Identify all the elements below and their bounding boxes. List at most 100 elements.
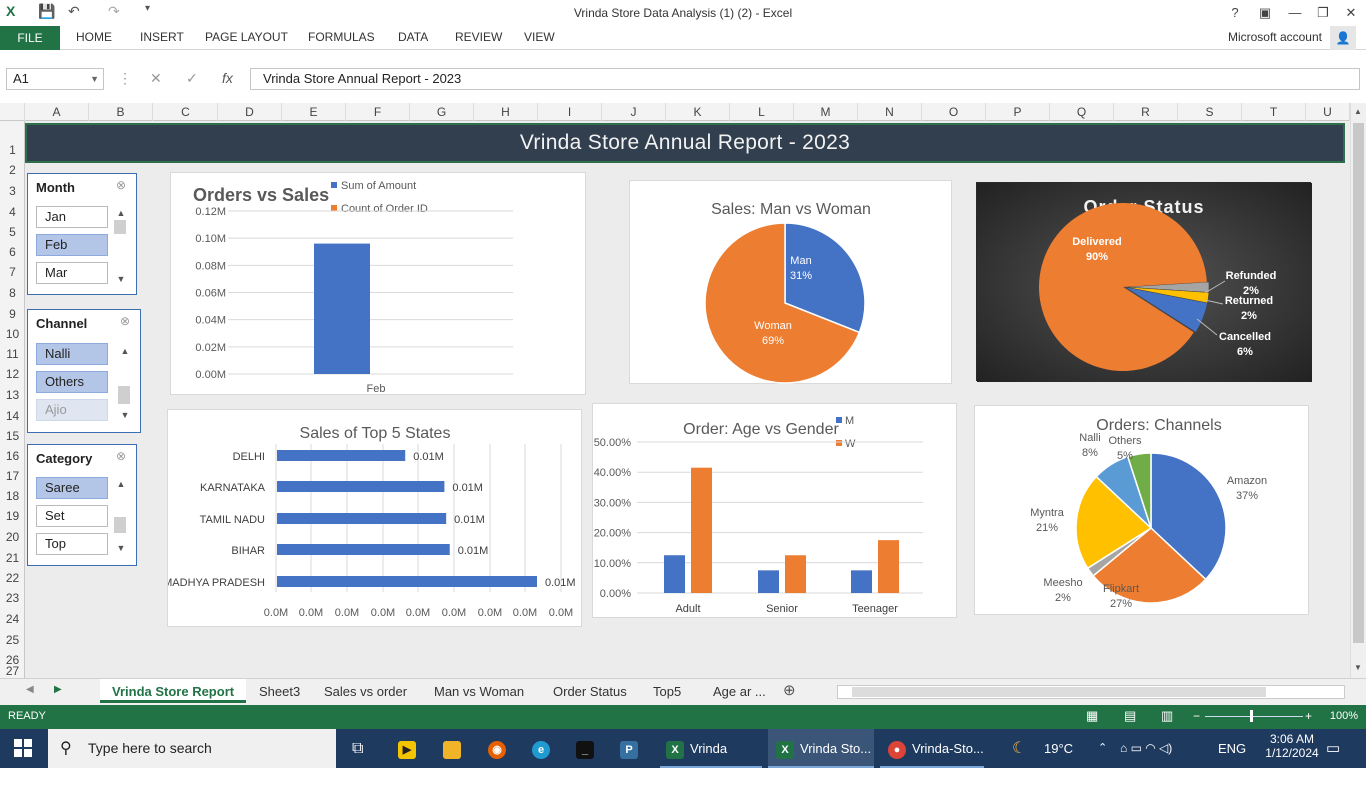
taskbar-chrome[interactable]: ● Vrinda-Sto... — [880, 729, 984, 768]
row-header-14[interactable]: 14 — [0, 409, 25, 423]
zoom-out-icon[interactable]: − — [1193, 709, 1200, 723]
name-box[interactable]: A1 ▼ — [6, 68, 104, 90]
scroll-down-icon[interactable]: ▼ — [114, 543, 128, 553]
order-status-chart[interactable]: Order Status Delivered90%Refunded2%Retur… — [976, 182, 1312, 382]
page-break-view-icon[interactable]: ▥ — [1161, 708, 1173, 724]
age-vs-gender-chart[interactable]: Order: Age vs Gender M W 50.00% 40.00% 30.… — [592, 403, 957, 618]
top5-states-chart[interactable]: Sales of Top 5 States 0.0M 0.0M 0.0M 0.0M 0.… — [167, 409, 582, 627]
row-header-4[interactable]: 4 — [0, 205, 25, 219]
tab-review[interactable]: REVIEW — [455, 30, 502, 44]
zoom-level[interactable]: 100% — [1330, 710, 1358, 722]
restore-button[interactable]: ❐ — [1308, 2, 1338, 24]
column-header-h[interactable]: H — [474, 103, 538, 121]
row-header-17[interactable]: 17 — [0, 469, 25, 483]
slicer-scroll-thumb[interactable] — [118, 386, 130, 404]
scroll-up-icon[interactable]: ▲ — [114, 479, 128, 489]
column-header-l[interactable]: L — [730, 103, 794, 121]
channels-chart[interactable]: Orders: Channels Amazon 37% Flipkart 27% Mee… — [974, 405, 1309, 615]
column-header-m[interactable]: M — [794, 103, 858, 121]
tab-formulas[interactable]: FORMULAS — [308, 30, 375, 44]
slicer-item-feb[interactable]: Feb — [36, 234, 108, 256]
month-slicer[interactable]: Month ⊗ Jan Feb Mar ▲ ▼ — [27, 173, 137, 295]
column-header-b[interactable]: B — [89, 103, 153, 121]
tab-page-layout[interactable]: PAGE LAYOUT — [205, 30, 288, 44]
orders-vs-sales-chart[interactable]: Orders vs Sales Sum of Amount Count of O… — [170, 172, 586, 395]
clear-filter-icon[interactable]: ⊗ — [116, 449, 126, 463]
slicer-item-jan[interactable]: Jan — [36, 206, 108, 228]
slicer-item-others[interactable]: Others — [36, 371, 108, 393]
slicer-item-top[interactable]: Top — [36, 533, 108, 555]
column-header-t[interactable]: T — [1242, 103, 1306, 121]
column-header-k[interactable]: K — [666, 103, 730, 121]
close-button[interactable]: ✕ — [1336, 2, 1366, 24]
avatar[interactable]: 👤 — [1330, 26, 1356, 50]
scroll-down-icon[interactable]: ▼ — [114, 274, 128, 284]
column-header-g[interactable]: G — [410, 103, 474, 121]
edge-icon[interactable]: e — [532, 729, 556, 768]
prev-sheet-icon[interactable]: ◀ — [26, 684, 34, 695]
column-header-r[interactable]: R — [1114, 103, 1178, 121]
column-header-o[interactable]: O — [922, 103, 986, 121]
horizontal-scroll-thumb[interactable] — [852, 687, 1266, 697]
ribbon-display-button[interactable]: ▣ — [1250, 2, 1280, 24]
row-header-6[interactable]: 6 — [0, 245, 25, 259]
tab-sales-vs-order[interactable]: Sales vs order — [324, 684, 407, 699]
tab-sheet3[interactable]: Sheet3 — [259, 684, 300, 699]
row-header-23[interactable]: 23 — [0, 591, 25, 605]
slicer-item-set[interactable]: Set — [36, 505, 108, 527]
row-header-25[interactable]: 25 — [0, 633, 25, 647]
firefox-icon[interactable]: ◉ — [488, 729, 512, 768]
slicer-item-saree[interactable]: Saree — [36, 477, 108, 499]
tab-man-vs-woman[interactable]: Man vs Woman — [434, 684, 524, 699]
horizontal-scrollbar[interactable] — [837, 685, 1345, 699]
language-indicator[interactable]: ENG — [1218, 729, 1246, 768]
add-sheet-icon[interactable]: ⊕ — [783, 681, 796, 699]
scroll-up-icon[interactable]: ▲ — [118, 346, 132, 356]
row-header-15[interactable]: 15 — [0, 429, 25, 443]
vertical-scrollbar[interactable]: ▲ ▼ — [1350, 103, 1366, 678]
column-header-c[interactable]: C — [154, 103, 218, 121]
row-header-2[interactable]: 2 — [0, 163, 25, 177]
row-header-5[interactable]: 5 — [0, 225, 25, 239]
row-header-24[interactable]: 24 — [0, 612, 25, 626]
file-tab[interactable]: FILE — [0, 26, 60, 50]
clear-filter-icon[interactable]: ⊗ — [116, 178, 126, 192]
cancel-icon[interactable]: ✕ — [150, 70, 162, 87]
account-name[interactable]: Microsoft account — [1228, 30, 1322, 44]
column-header-f[interactable]: F — [346, 103, 410, 121]
slicer-scroll-thumb[interactable] — [114, 517, 126, 533]
column-header-q[interactable]: Q — [1050, 103, 1114, 121]
column-header-i[interactable]: I — [538, 103, 602, 121]
tab-vrinda-store-report[interactable]: Vrinda Store Report — [100, 679, 247, 703]
category-slicer[interactable]: Category ⊗ Saree Set Top ▲ ▼ — [27, 444, 137, 566]
row-header-3[interactable]: 3 — [0, 184, 25, 198]
tray-chevron-icon[interactable]: ⌃ — [1098, 729, 1107, 768]
taskbar-excel-2[interactable]: X Vrinda Sto... — [768, 729, 874, 768]
select-all-corner[interactable] — [0, 103, 25, 121]
column-header-d[interactable]: D — [218, 103, 282, 121]
tray-icons[interactable]: ⌂ ▭ ◠ ◁) — [1120, 729, 1172, 768]
column-header-j[interactable]: J — [602, 103, 666, 121]
row-header-7[interactable]: 7 — [0, 265, 25, 279]
zoom-slider-handle[interactable] — [1250, 710, 1253, 722]
column-header-a[interactable]: A — [25, 103, 89, 121]
man-vs-woman-chart[interactable]: Sales: Man vs Woman Man 31% Woman 69% — [629, 180, 952, 384]
zoom-in-icon[interactable]: + — [1305, 709, 1312, 723]
row-header-1[interactable]: 1 — [0, 143, 25, 157]
insert-function-icon[interactable]: fx — [222, 70, 233, 86]
scroll-down-icon[interactable]: ▼ — [118, 410, 132, 420]
minimize-button[interactable]: — — [1280, 2, 1310, 24]
taskbar-clock[interactable]: 3:06 AM 1/12/2024 — [1264, 732, 1320, 760]
row-header-9[interactable]: 9 — [0, 307, 25, 321]
clear-filter-icon[interactable]: ⊗ — [120, 314, 130, 328]
slicer-scroll-thumb[interactable] — [114, 220, 126, 234]
enter-icon[interactable]: ✓ — [186, 70, 198, 87]
notification-icon[interactable]: ▭ — [1326, 729, 1340, 768]
tab-view[interactable]: VIEW — [524, 30, 555, 44]
row-header-16[interactable]: 16 — [0, 449, 25, 463]
report-banner[interactable]: Vrinda Store Annual Report - 2023 — [25, 123, 1345, 163]
row-header-19[interactable]: 19 — [0, 509, 25, 523]
help-button[interactable]: ? — [1220, 2, 1250, 24]
chevron-down-icon[interactable]: ▼ — [90, 69, 99, 89]
slicer-item-mar[interactable]: Mar — [36, 262, 108, 284]
